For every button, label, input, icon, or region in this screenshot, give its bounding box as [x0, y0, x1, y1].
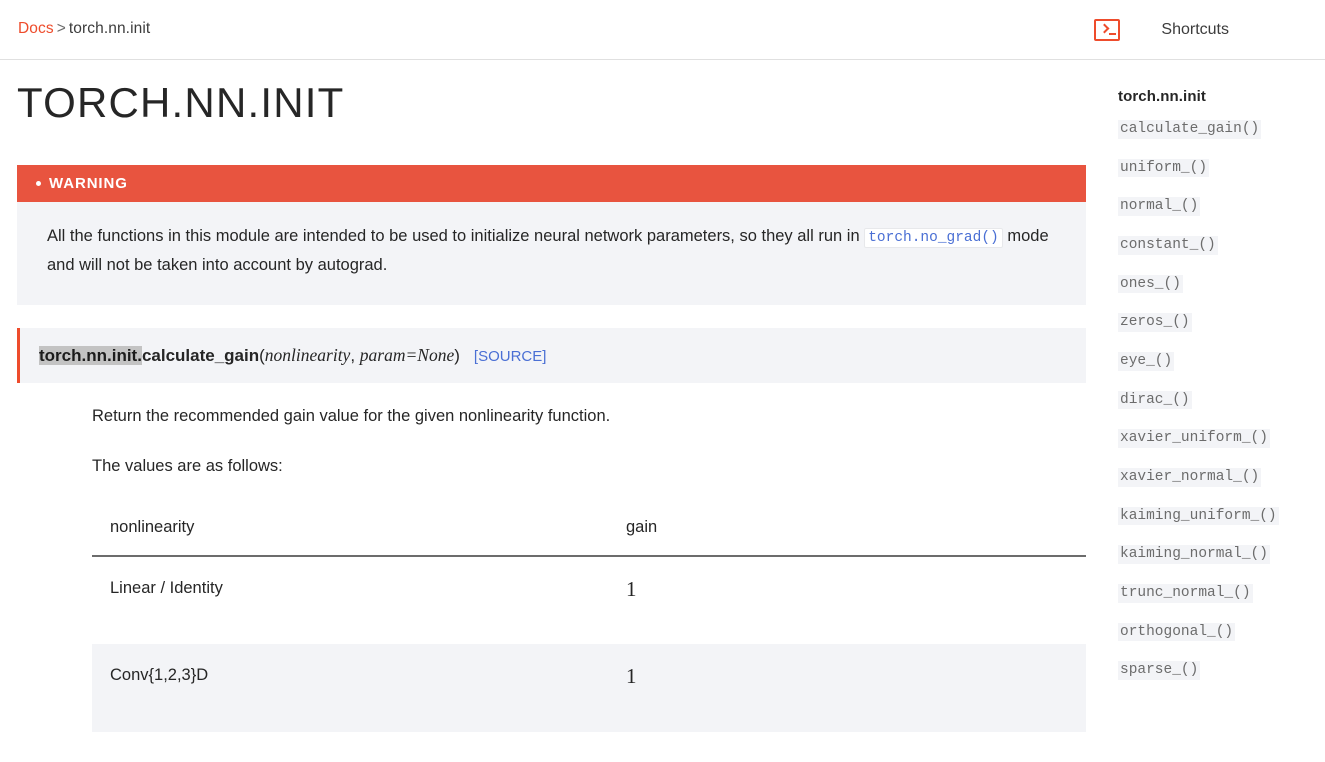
sidebar-item-uniform: uniform_(): [1118, 158, 1325, 197]
warning-admonition: WARNING All the functions in this module…: [17, 165, 1086, 306]
warning-title-text: WARNING: [49, 175, 128, 192]
sidebar-link-eye[interactable]: eye_(): [1118, 352, 1175, 371]
sidebar-link-calculate-gain[interactable]: calculate_gain(): [1118, 120, 1262, 139]
sidebar-item-sparse: sparse_(): [1118, 660, 1325, 699]
sidebar-item-xavier-normal: xavier_normal_(): [1118, 467, 1325, 506]
cell-gain: 1: [626, 664, 637, 688]
column-header-gain: gain: [608, 500, 1086, 557]
terminal-icon[interactable]: [1094, 18, 1121, 41]
sidebar-link-zeros[interactable]: zeros_(): [1118, 313, 1192, 333]
signature-param-nonlinearity: nonlinearity: [264, 345, 351, 365]
terminal-underscore-icon: [1109, 32, 1117, 35]
warning-text-before: All the functions in this module are int…: [47, 227, 860, 245]
sidebar-link-ones[interactable]: ones_(): [1118, 274, 1183, 294]
bullet-icon: [36, 181, 41, 186]
sidebar-link-constant[interactable]: constant_(): [1118, 236, 1218, 255]
right-sidebar-list: calculate_gain() uniform_() normal_() co…: [1118, 119, 1325, 699]
sidebar-link-trunc-normal[interactable]: trunc_normal_(): [1118, 584, 1253, 603]
shortcuts-group: Shortcuts: [1094, 0, 1325, 59]
warning-title-bar: WARNING: [17, 165, 1086, 202]
sidebar-link-xavier-normal[interactable]: xavier_normal_(): [1118, 468, 1262, 487]
sidebar-item-zeros: zeros_(): [1118, 312, 1325, 351]
sidebar-link-kaiming-uniform[interactable]: kaiming_uniform_(): [1118, 506, 1279, 526]
warning-body: All the functions in this module are int…: [17, 202, 1086, 306]
function-description-line-1: Return the recommended gain value for th…: [92, 407, 611, 425]
sidebar-item-calculate-gain: calculate_gain(): [1118, 119, 1325, 158]
shortcuts-label[interactable]: Shortcuts: [1161, 21, 1229, 39]
terminal-chevron-icon: [1099, 23, 1110, 33]
cell-nonlinearity: Conv{1,2,3}D: [110, 666, 209, 684]
source-link[interactable]: [SOURCE]: [474, 348, 547, 365]
cell-gain: 1: [626, 577, 637, 601]
sidebar-link-normal[interactable]: normal_(): [1118, 197, 1201, 217]
sidebar-link-kaiming-normal[interactable]: kaiming_normal_(): [1118, 545, 1270, 565]
page-title: TORCH.NN.INIT: [17, 79, 345, 126]
sidebar-item-kaiming-normal: kaiming_normal_(): [1118, 544, 1325, 583]
sidebar-item-ones: ones_(): [1118, 274, 1325, 313]
gain-table-body: Linear / Identity 1 Conv{1,2,3}D 1: [92, 556, 1086, 732]
sidebar-link-uniform[interactable]: uniform_(): [1118, 158, 1210, 178]
right-sidebar: torch.nn.init calculate_gain() uniform_(…: [1118, 88, 1325, 699]
breadcrumb-root-link[interactable]: Docs: [18, 20, 54, 37]
breadcrumb: Docs > torch.nn.init: [18, 20, 150, 38]
sidebar-item-constant: constant_(): [1118, 235, 1325, 274]
sidebar-item-trunc-normal: trunc_normal_(): [1118, 583, 1325, 622]
sidebar-link-dirac[interactable]: dirac_(): [1118, 390, 1192, 410]
sidebar-item-dirac: dirac_(): [1118, 390, 1325, 429]
signature-param-param: param=None: [359, 345, 455, 365]
site-header: Docs > torch.nn.init Shortcuts: [0, 0, 1325, 60]
sidebar-item-kaiming-uniform: kaiming_uniform_(): [1118, 506, 1325, 545]
sidebar-item-eye: eye_(): [1118, 351, 1325, 390]
table-row: Conv{1,2,3}D 1: [92, 644, 1086, 732]
breadcrumb-current: torch.nn.init: [68, 20, 151, 37]
sidebar-item-normal: normal_(): [1118, 196, 1325, 235]
sidebar-link-orthogonal[interactable]: orthogonal_(): [1118, 622, 1236, 642]
no-grad-code: torch.no_grad(): [864, 228, 1003, 248]
column-header-nonlinearity: nonlinearity: [92, 500, 608, 557]
cell-nonlinearity: Linear / Identity: [110, 579, 223, 597]
gain-table-head: nonlinearity gain: [92, 500, 1086, 557]
table-header-row: nonlinearity gain: [92, 500, 1086, 557]
sidebar-item-orthogonal: orthogonal_(): [1118, 622, 1325, 661]
right-sidebar-title: torch.nn.init: [1118, 88, 1206, 105]
gain-table: nonlinearity gain Linear / Identity 1 Co…: [92, 500, 1086, 732]
signature-close-paren: ): [454, 346, 460, 365]
function-description-line-2: The values are as follows:: [92, 457, 283, 475]
sidebar-link-sparse[interactable]: sparse_(): [1118, 661, 1201, 681]
signature-param-separator: ,: [350, 346, 360, 365]
function-signature: torch.nn.init.calculate_gain(nonlinearit…: [17, 328, 1086, 383]
sidebar-item-xavier-uniform: xavier_uniform_(): [1118, 428, 1325, 467]
sidebar-link-xavier-uniform[interactable]: xavier_uniform_(): [1118, 429, 1270, 449]
signature-module-prefix: torch.nn.init.: [39, 346, 142, 365]
table-row: Linear / Identity 1: [92, 556, 1086, 644]
signature-function-name: calculate_gain: [141, 346, 260, 365]
breadcrumb-separator: >: [56, 20, 66, 37]
